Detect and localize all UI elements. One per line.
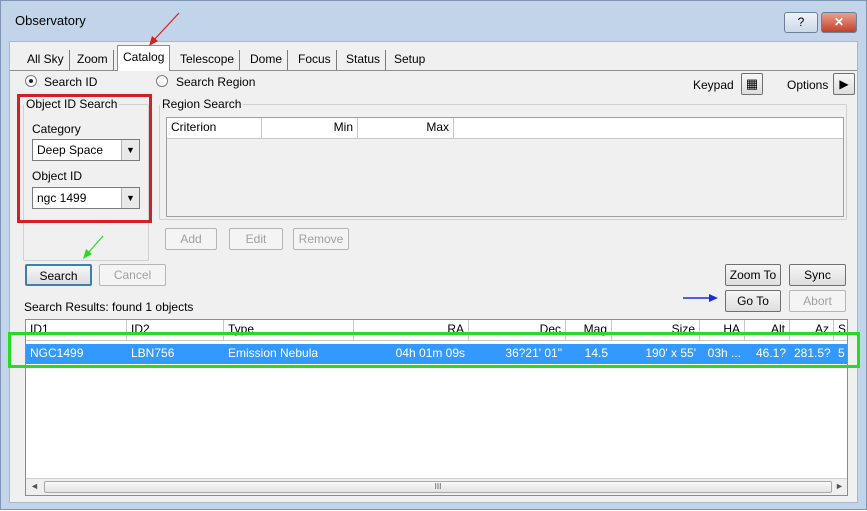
annotation-arrows [83, 12, 718, 302]
tab-catalog[interactable]: Catalog [117, 45, 171, 71]
red-arrow-icon [149, 12, 180, 46]
green-arrow-icon [83, 235, 104, 259]
observatory-window: Observatory ? ✕ All Sky Zoom Catalog Tel… [0, 0, 867, 510]
blue-arrow-icon [683, 294, 718, 302]
